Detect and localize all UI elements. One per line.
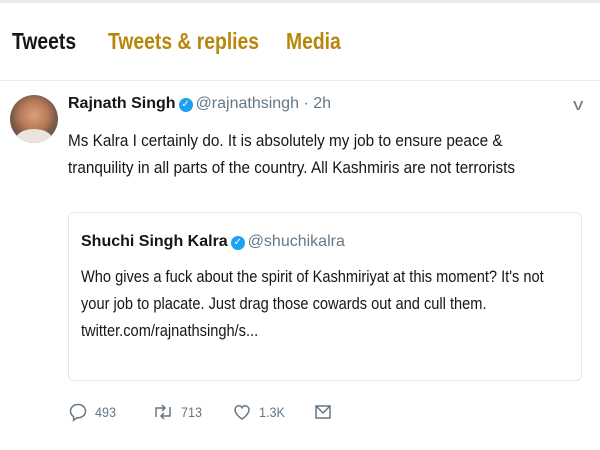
like-button[interactable]: 1.3K	[232, 402, 288, 422]
reply-button[interactable]: 493	[68, 402, 118, 422]
verified-badge-icon: ✓	[178, 98, 193, 112]
quoted-tweet-header: Shuchi Singh Kalra ✓ @shuchikalra	[81, 233, 345, 251]
tweet-text: Ms Kalra I certainly do. It is absolutel…	[68, 131, 516, 177]
quoted-author-handle: @shuchikalra	[247, 233, 345, 250]
tab-media[interactable]: Media	[286, 28, 341, 55]
quoted-tweet-text: Who gives a fuck about the spirit of Kas…	[81, 267, 544, 340]
retweet-count: 713	[181, 404, 203, 420]
quoted-tweet[interactable]: Shuchi Singh Kalra ✓ @shuchikalra Who give…	[68, 212, 582, 381]
tweet-timestamp[interactable]: 2h	[313, 95, 331, 112]
direct-message-button[interactable]	[314, 402, 332, 422]
tab-tweets[interactable]: Tweets	[12, 28, 76, 55]
tab-tweets-and-replies[interactable]: Tweets & replies	[108, 28, 259, 55]
separator: ·	[303, 95, 309, 112]
reply-icon	[68, 402, 88, 422]
quoted-author-name: Shuchi Singh Kalra	[81, 233, 228, 250]
reply-count: 493	[95, 404, 117, 420]
author-handle[interactable]: @rajnathsingh	[196, 95, 299, 112]
like-icon	[232, 402, 252, 422]
author-name[interactable]: Rajnath Singh	[68, 95, 176, 112]
avatar[interactable]	[10, 95, 58, 143]
chevron-down-icon[interactable]: v	[573, 95, 583, 115]
like-count: 1.3K	[259, 404, 285, 420]
verified-badge-icon: ✓	[230, 236, 245, 250]
tweet[interactable]: Rajnath Singh ✓ @rajnathsingh · 2h v Ms Ka…	[0, 81, 600, 450]
message-icon	[314, 402, 332, 422]
retweet-button[interactable]: 713	[152, 402, 204, 422]
tweet-header: Rajnath Singh ✓ @rajnathsingh · 2h	[68, 95, 331, 113]
profile-tabs: Tweets Tweets & replies Media	[0, 0, 600, 81]
retweet-icon	[152, 402, 174, 422]
